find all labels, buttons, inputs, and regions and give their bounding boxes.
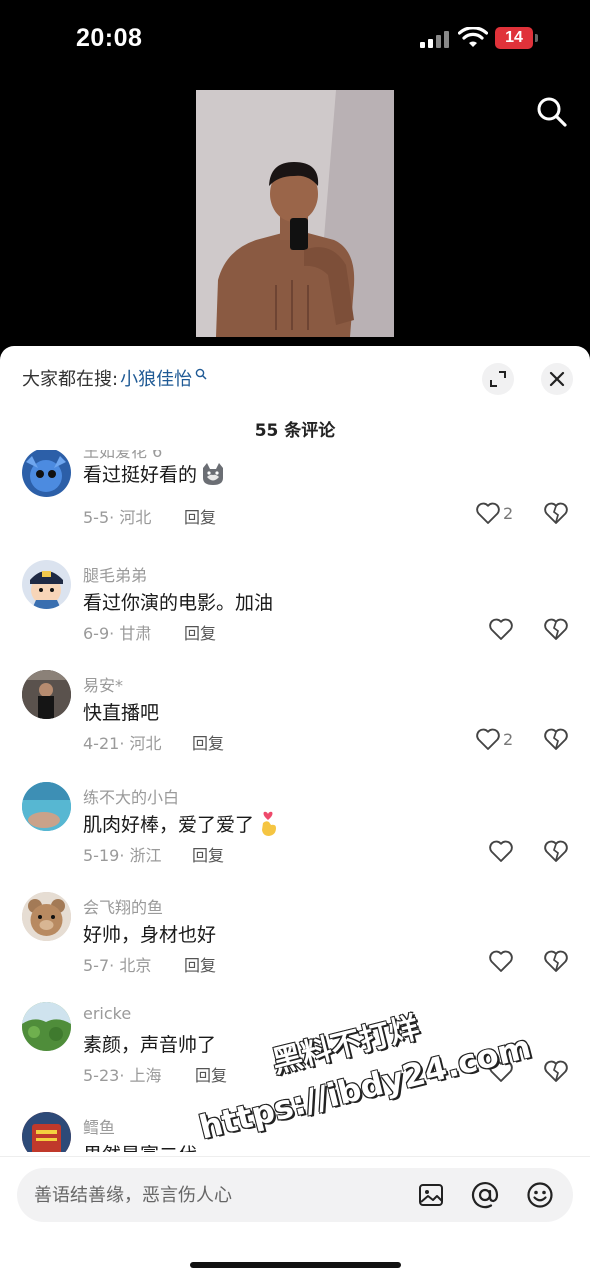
avatar[interactable] [22, 450, 71, 497]
dislike-icon[interactable] [543, 838, 569, 864]
comment-username[interactable]: 易安* [83, 672, 123, 696]
comment-username[interactable]: ericke [83, 1004, 131, 1023]
reply-button[interactable]: 回复 [184, 952, 216, 976]
comment-text-content: 看过挺好看的 [83, 464, 198, 486]
comment-text: 好帅，身材也好 [83, 924, 217, 946]
comment-location: 上海 [129, 1066, 162, 1085]
meta-separator: · [109, 508, 120, 527]
trending-term-link[interactable]: 小狼佳怡 [120, 365, 192, 391]
comment-date: 5-23 [83, 1066, 120, 1085]
video-area[interactable] [0, 80, 590, 350]
meta-separator: · [109, 956, 120, 975]
comment-item: 腿毛弟弟 看过你演的电影。加油 6-9· 甘肃 回复 [0, 554, 590, 664]
search-icon[interactable] [536, 96, 568, 128]
comment-sheet: 大家都在搜: 小狼佳怡 55 条评论 王如爱花 6 看过挺好看的 5-5· 河北… [0, 346, 590, 1280]
dislike-icon[interactable] [543, 1058, 569, 1084]
expand-button[interactable] [482, 363, 514, 395]
like-count: 2 [503, 504, 514, 523]
comment-meta: 5-5· 河北 [83, 504, 151, 528]
video-thumbnail[interactable] [196, 90, 394, 337]
avatar[interactable] [22, 892, 71, 941]
comment-count: 55 条评论 [254, 421, 336, 441]
comment-text: 素颜，声音帅了 [83, 1034, 217, 1056]
comment-meta: 5-19· 浙江 [83, 842, 162, 866]
comment-location: 浙江 [129, 846, 162, 865]
comment-location: 河北 [119, 508, 152, 527]
comment-date: 4-21 [83, 734, 120, 753]
reply-button[interactable]: 回复 [192, 730, 224, 754]
comment-text: 肌肉好棒，爱了爱了 [83, 810, 280, 837]
comment-text: 快直播吧 [83, 702, 160, 724]
divider [0, 1156, 590, 1157]
comment-item: 易安* 快直播吧 4-21· 河北 回复 2 [0, 664, 590, 774]
comment-username[interactable]: 鳕鱼 [83, 1114, 115, 1138]
comment-meta: 4-21· 河北 [83, 730, 162, 754]
image-icon[interactable] [417, 1181, 445, 1209]
comment-meta: 5-7· 北京 [83, 952, 151, 976]
comment-date: 5-7 [83, 956, 110, 975]
heart-icon[interactable] [488, 838, 514, 864]
cat-face-icon [203, 462, 224, 485]
dislike-icon[interactable] [543, 500, 569, 526]
avatar[interactable] [22, 782, 71, 831]
close-button[interactable] [541, 363, 573, 395]
search-small-icon [195, 368, 207, 380]
avatar[interactable] [22, 560, 71, 609]
status-bar: 20:08 14 [0, 0, 590, 80]
comment-username[interactable]: 会飞翔的鱼 [83, 894, 163, 918]
comment-item: 练不大的小白 肌肉好棒，爱了爱了 5-19· 浙江 回复 [0, 776, 590, 886]
meta-separator: · [109, 624, 120, 643]
reply-button[interactable]: 回复 [192, 842, 224, 866]
comment-text: 看过挺好看的 [83, 460, 226, 487]
reply-button[interactable]: 回复 [184, 620, 216, 644]
comment-date: 5-5 [83, 508, 110, 527]
status-time: 20:08 [76, 24, 143, 52]
comment-meta: 6-9· 甘肃 [83, 620, 151, 644]
at-icon[interactable] [471, 1181, 499, 1209]
battery-indicator: 14 [495, 27, 533, 49]
home-indicator[interactable] [190, 1262, 401, 1268]
trending-prefix: 大家都在搜: [22, 369, 119, 390]
comment-date: 5-19 [83, 846, 120, 865]
wifi-icon [458, 27, 488, 47]
reply-button[interactable]: 回复 [184, 504, 216, 528]
battery-tip [535, 34, 538, 42]
signal-icon [420, 30, 450, 48]
finger-heart-icon [262, 811, 277, 836]
reply-button[interactable]: 回复 [195, 1062, 227, 1086]
comment-text: 看过你演的电影。加油 [83, 592, 274, 614]
avatar[interactable] [22, 1112, 71, 1152]
trending-search-bar[interactable]: 大家都在搜: 小狼佳怡 [22, 364, 207, 392]
comment-username[interactable]: 腿毛弟弟 [83, 562, 147, 586]
avatar[interactable] [22, 670, 71, 719]
comment-date: 6-9 [83, 624, 110, 643]
comment-text: 果然是富二代 [83, 1140, 197, 1152]
emoji-icon[interactable] [526, 1181, 554, 1209]
comment-location: 河北 [129, 734, 162, 753]
like-count: 2 [503, 730, 514, 749]
comment-location: 甘肃 [119, 624, 152, 643]
comment-meta: 5-23· 上海 [83, 1062, 162, 1086]
meta-separator: · [119, 846, 130, 865]
heart-icon[interactable] [475, 726, 501, 752]
comment-location: 北京 [119, 956, 152, 975]
dislike-icon[interactable] [543, 948, 569, 974]
avatar[interactable] [22, 1002, 71, 1051]
heart-icon[interactable] [488, 616, 514, 642]
close-icon [549, 371, 565, 387]
comment-item: 会飞翔的鱼 好帅，身材也好 5-7· 北京 回复 [0, 886, 590, 996]
heart-icon[interactable] [475, 500, 501, 526]
video-frame-image [196, 90, 394, 337]
meta-separator: · [119, 734, 130, 753]
comment-text-content: 肌肉好棒，爱了爱了 [83, 814, 255, 836]
meta-separator: · [119, 1066, 130, 1085]
comment-input-bar[interactable] [17, 1168, 573, 1222]
comment-input[interactable] [34, 1168, 404, 1222]
heart-icon[interactable] [488, 948, 514, 974]
expand-icon [490, 371, 506, 387]
comment-username[interactable]: 练不大的小白 [83, 784, 179, 808]
dislike-icon[interactable] [543, 726, 569, 752]
comment-item: 王如爱花 6 看过挺好看的 5-5· 河北 回复 2 [0, 450, 590, 552]
dislike-icon[interactable] [543, 616, 569, 642]
